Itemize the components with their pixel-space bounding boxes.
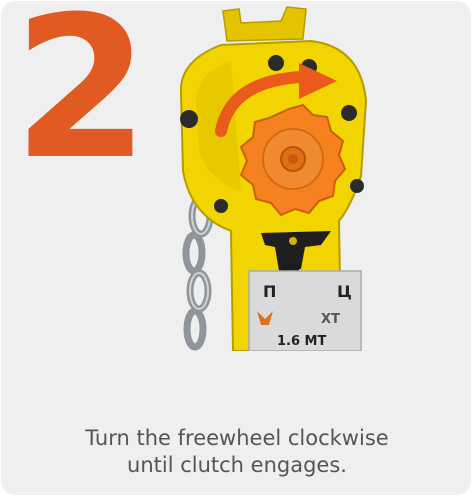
label-plate: П Ц XT 1.6 MT	[248, 270, 362, 351]
plate-model: XT	[321, 312, 340, 327]
plate-brand-left: П	[263, 282, 276, 301]
step-number: 2	[13, 1, 149, 203]
top-mount	[222, 6, 307, 42]
instruction-card: 2 П Ц XT 1.6 MT Turn the freewheel clock…	[1, 1, 471, 495]
plate-brand-right: Ц	[337, 282, 352, 301]
instruction-caption: Turn the freewheel clockwise until clutc…	[1, 425, 471, 479]
hoist-photo: П Ц XT 1.6 MT	[179, 6, 368, 351]
caption-line-1: Turn the freewheel clockwise	[85, 426, 389, 450]
plate-capacity: 1.6 MT	[277, 334, 326, 349]
caption-line-2: until clutch engages.	[127, 453, 347, 477]
